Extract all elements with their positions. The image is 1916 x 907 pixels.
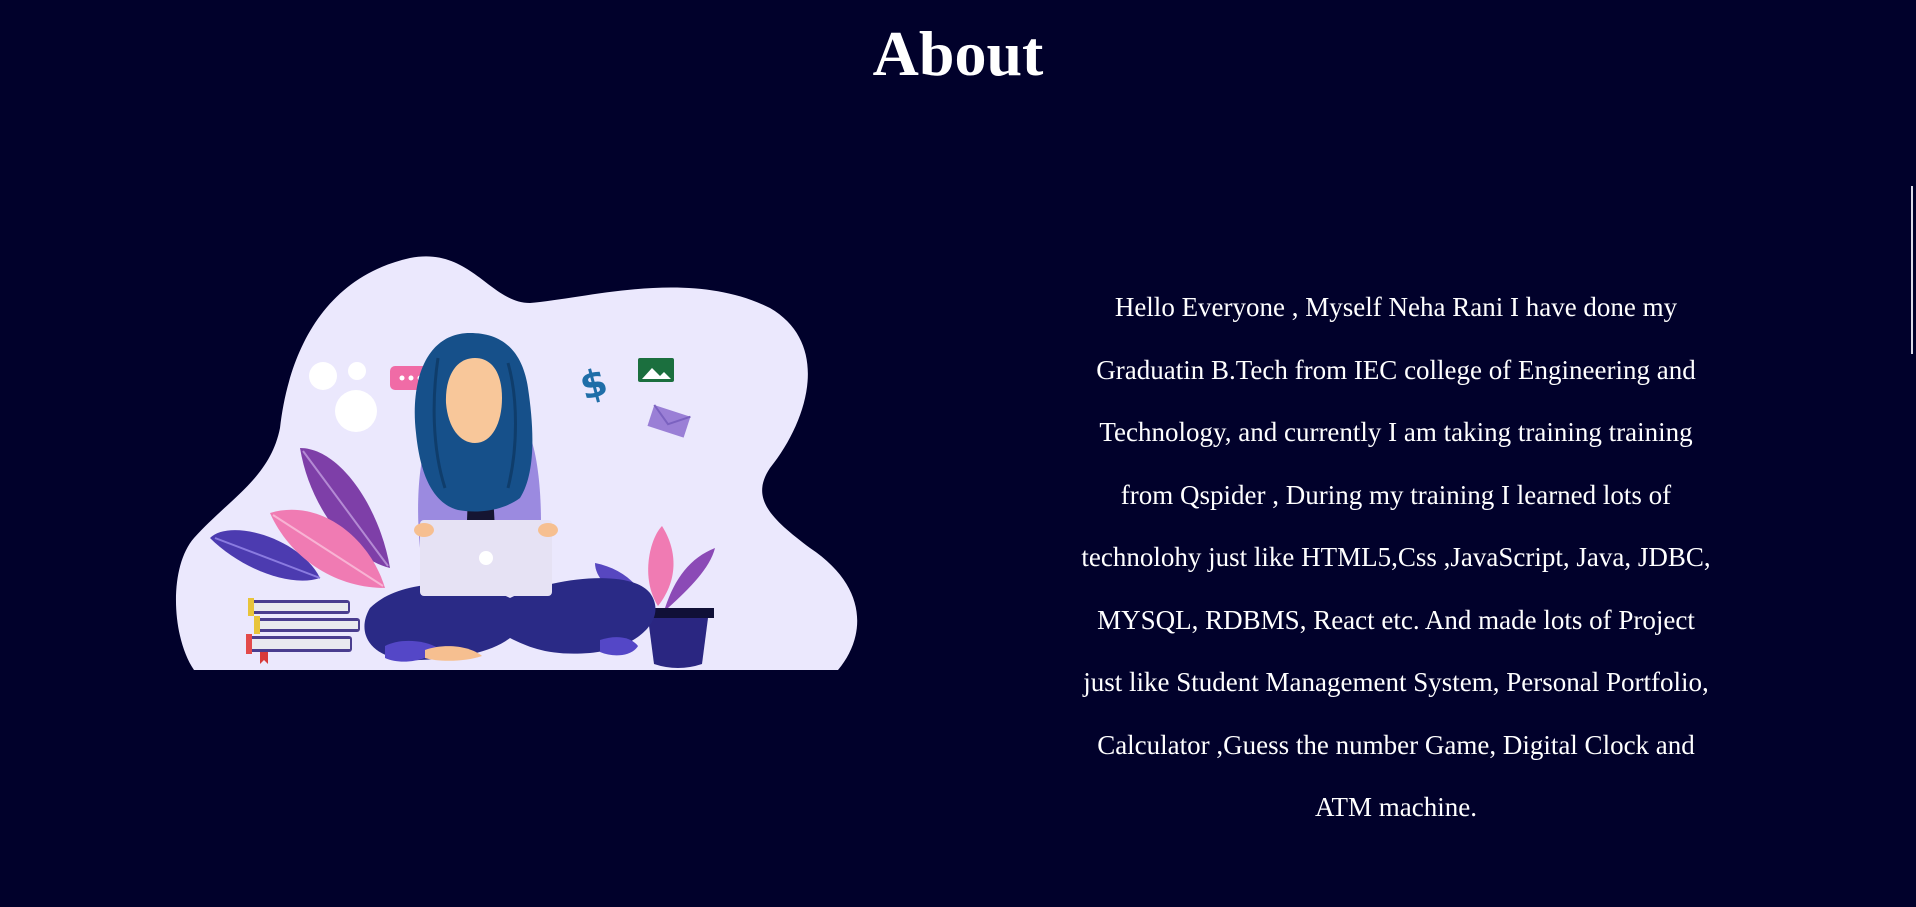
bubble-icon (348, 362, 366, 380)
bubble-icon (309, 362, 337, 390)
image-icon (638, 358, 674, 382)
about-description: Hello Everyone , Myself Neha Rani I have… (1081, 292, 1711, 822)
bubble-icon (335, 390, 377, 432)
page-title: About (872, 18, 1044, 89)
scrollbar[interactable] (1911, 186, 1913, 354)
woman-laptop-illustration: $ (175, 256, 858, 670)
